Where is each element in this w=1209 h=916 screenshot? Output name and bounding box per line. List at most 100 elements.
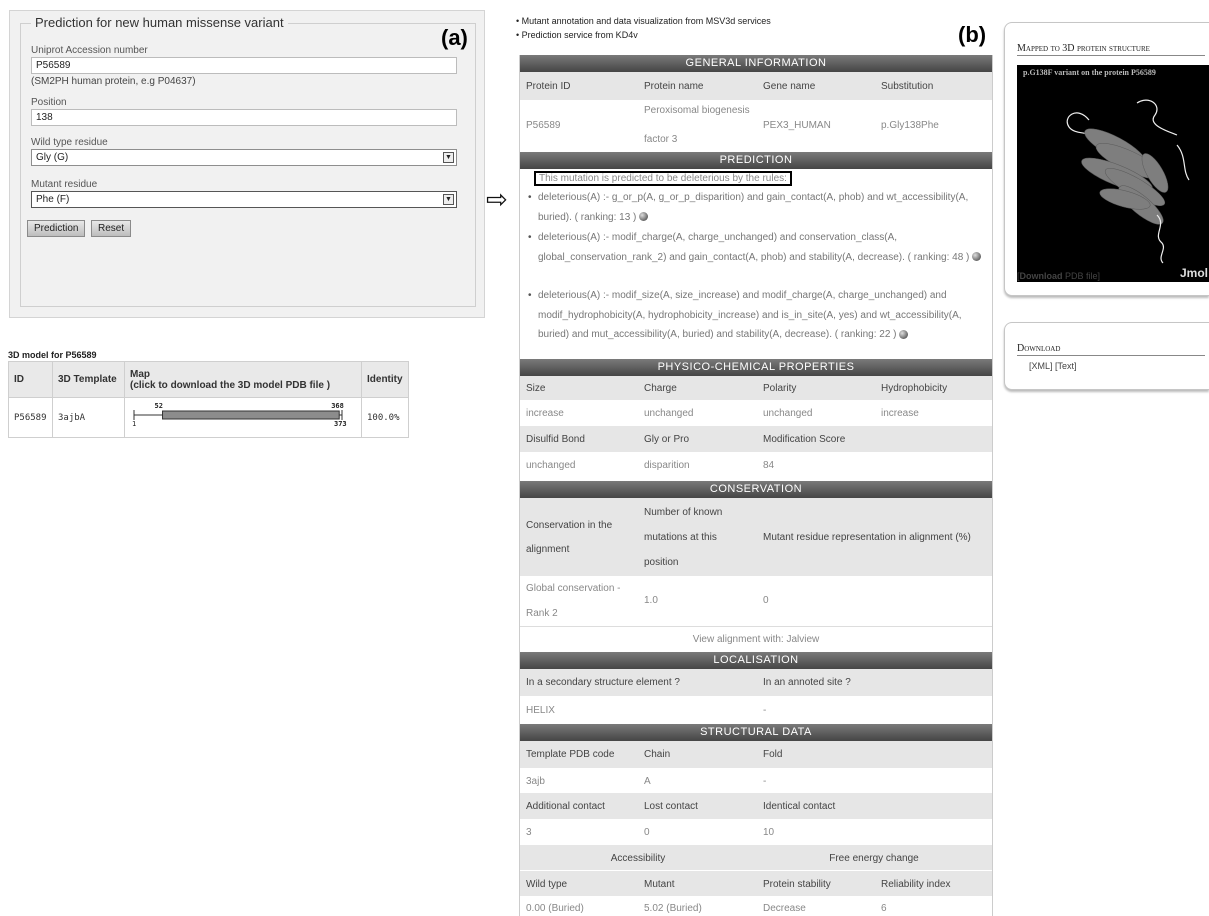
h-known-2: mutations at this <box>644 532 717 543</box>
model-title: 3D model for P56589 <box>8 350 97 360</box>
rule-2-text: deleterious(A) :- modif_charge(A, charge… <box>538 232 970 263</box>
panel-label-b: (b) <box>958 22 987 47</box>
v-protein-id: P56589 <box>526 120 561 131</box>
h-protein-stability: Protein stability <box>763 879 831 890</box>
h-conservation-1: Conservation in the <box>526 520 613 531</box>
localisation-header-row: In a secondary structure element ? In an… <box>520 669 992 696</box>
mapped-structure-title: Mapped to 3D protein structure <box>1017 43 1205 56</box>
download-title: Download <box>1017 343 1205 356</box>
physico-header-row-1: Size Charge Polarity Hydrophobicity <box>520 376 992 400</box>
structural-value-row-2: 3 0 10 <box>520 819 992 845</box>
v-template-pdb: 3ajb <box>526 776 545 787</box>
protein-structure-render[interactable] <box>1017 65 1209 282</box>
structural-data-header: STRUCTURAL DATA <box>520 724 992 741</box>
h-protein-name: Protein name <box>644 81 704 92</box>
h-conservation-2: alignment <box>526 544 570 555</box>
position-label: Position <box>31 97 67 108</box>
uniprot-input[interactable]: P56589 <box>31 57 457 74</box>
h-substitution: Substitution <box>881 81 934 92</box>
h-wild-type: Wild type <box>526 879 568 890</box>
wild-type-label: Wild type residue <box>31 137 108 148</box>
wild-type-select[interactable]: Gly (G) ▼ <box>31 149 457 166</box>
map-end-label: 368 <box>331 402 344 410</box>
v-hydrophobicity: increase <box>881 408 919 419</box>
header-map-line1: Map <box>130 368 150 380</box>
v-known: 1.0 <box>644 595 658 606</box>
info-globe-icon[interactable] <box>899 329 909 339</box>
h-accessibility: Accessibility <box>610 853 666 864</box>
jalview-link[interactable]: View alignment with: Jalview <box>693 634 820 645</box>
panel-label-a: (a) <box>441 25 468 50</box>
mutant-value: Phe (F) <box>36 194 70 205</box>
v-identical-contact: 10 <box>763 827 775 838</box>
reset-button[interactable]: Reset <box>91 220 132 237</box>
v-disulfid-bond: unchanged <box>526 460 576 471</box>
v-mutant: 5.02 (Buried) <box>644 903 702 914</box>
mutant-select[interactable]: Phe (F) ▼ <box>31 191 457 208</box>
download-box: Download [XML] [Text] <box>1004 322 1209 390</box>
v-fold: - <box>763 776 767 787</box>
localisation-value-row: HELIX - <box>520 696 992 722</box>
map-start-label: 52 <box>155 402 163 410</box>
v-protein-name-1: Peroxisomal biogenesis <box>644 105 750 116</box>
variant-details-panel: GENERAL INFORMATION Protein ID Protein n… <box>519 55 993 916</box>
download-pdb-link[interactable]: [Download PDB file] <box>1017 271 1100 281</box>
v-chain: A <box>644 776 651 787</box>
download-pdb-bold[interactable]: Download <box>1020 271 1063 281</box>
h-mutant: Mutant <box>644 879 675 890</box>
h-free-energy: Free energy change <box>829 853 919 864</box>
service-line-1-text: Mutant annotation and data visualization… <box>521 16 771 26</box>
physico-chemical-header: PHYSICO-CHEMICAL PROPERTIES <box>520 359 992 376</box>
h-secondary-structure: In a secondary structure element ? <box>526 677 680 688</box>
h-polarity: Polarity <box>763 383 797 394</box>
conservation-header-row: Conservation in the alignment Number of … <box>520 498 992 576</box>
h-template-pdb: Template PDB code <box>526 749 615 760</box>
h-protein-id: Protein ID <box>526 81 571 92</box>
coverage-bar[interactable] <box>162 410 340 420</box>
right-double-arrow-icon: ⇨ <box>486 184 508 214</box>
info-globe-icon[interactable] <box>639 212 649 222</box>
structural-header-row-3: Wild type Mutant Protein stability Relia… <box>520 870 992 896</box>
header-map-line2: (click to download the 3D model PDB file… <box>130 379 331 391</box>
chevron-down-icon[interactable]: ▼ <box>443 152 454 163</box>
h-known-1: Number of known <box>644 507 723 518</box>
v-charge: unchanged <box>644 408 694 419</box>
h-size: Size <box>526 383 546 394</box>
general-value-row: P56589 Peroxisomal biogenesis factor 3 P… <box>520 100 992 150</box>
position-input[interactable]: 138 <box>31 109 457 126</box>
service-line-1: • Mutant annotation and data visualizati… <box>516 16 771 26</box>
prediction-header: PREDICTION <box>520 152 992 169</box>
structural-header-row-2: Additional contact Lost contact Identica… <box>520 793 992 819</box>
row-id: P56589 <box>8 397 53 438</box>
rule-3-text: deleterious(A) :- modif_size(A, size_inc… <box>538 290 962 340</box>
model-map[interactable]: 52 368 1 373 <box>124 397 362 438</box>
form-title: Prediction for new human missense varian… <box>31 15 288 30</box>
jmol-viewer[interactable]: p.G138F variant on the protein P56589 Jm… <box>1017 65 1209 282</box>
structural-header-row-1: Template PDB code Chain Fold <box>520 741 992 768</box>
v-lost-contact: 0 <box>644 827 650 838</box>
physico-header-row-2: Disulfid Bond Gly or Pro Modification Sc… <box>520 426 992 452</box>
v-gly-or-pro: disparition <box>644 460 690 471</box>
header-identity: Identity <box>361 361 409 398</box>
v-protein-name-2: factor 3 <box>644 134 678 145</box>
conservation-value-row: Global conservation - Rank 2 1.0 0 <box>520 576 992 626</box>
prediction-statement: This mutation is predicted to be deleter… <box>534 171 792 186</box>
prediction-button[interactable]: Prediction <box>27 220 86 237</box>
structural-value-row-1: 3ajb A - <box>520 768 992 793</box>
v-polarity: unchanged <box>763 408 813 419</box>
chevron-down-icon[interactable]: ▼ <box>443 194 454 205</box>
header-id: ID <box>8 361 53 398</box>
info-globe-icon[interactable] <box>972 252 982 262</box>
structure-viewer-box: Mapped to 3D protein structure p.G138F v… <box>1004 22 1209 296</box>
uniprot-hint: (SM2PH human protein, e.g P04637) <box>31 76 196 87</box>
v-annoted-site: - <box>763 705 767 716</box>
map-min-label: 1 <box>132 420 136 428</box>
v-size: increase <box>526 408 564 419</box>
prediction-form-panel: Prediction for new human missense varian… <box>9 10 485 318</box>
v-additional-contact: 3 <box>526 827 532 838</box>
coverage-map[interactable]: 52 368 1 373 <box>130 401 356 431</box>
physico-value-row-2: unchanged disparition 84 <box>520 452 992 478</box>
conservation-header: CONSERVATION <box>520 481 992 498</box>
h-charge: Charge <box>644 383 677 394</box>
download-links[interactable]: [XML] [Text] <box>1029 361 1077 371</box>
